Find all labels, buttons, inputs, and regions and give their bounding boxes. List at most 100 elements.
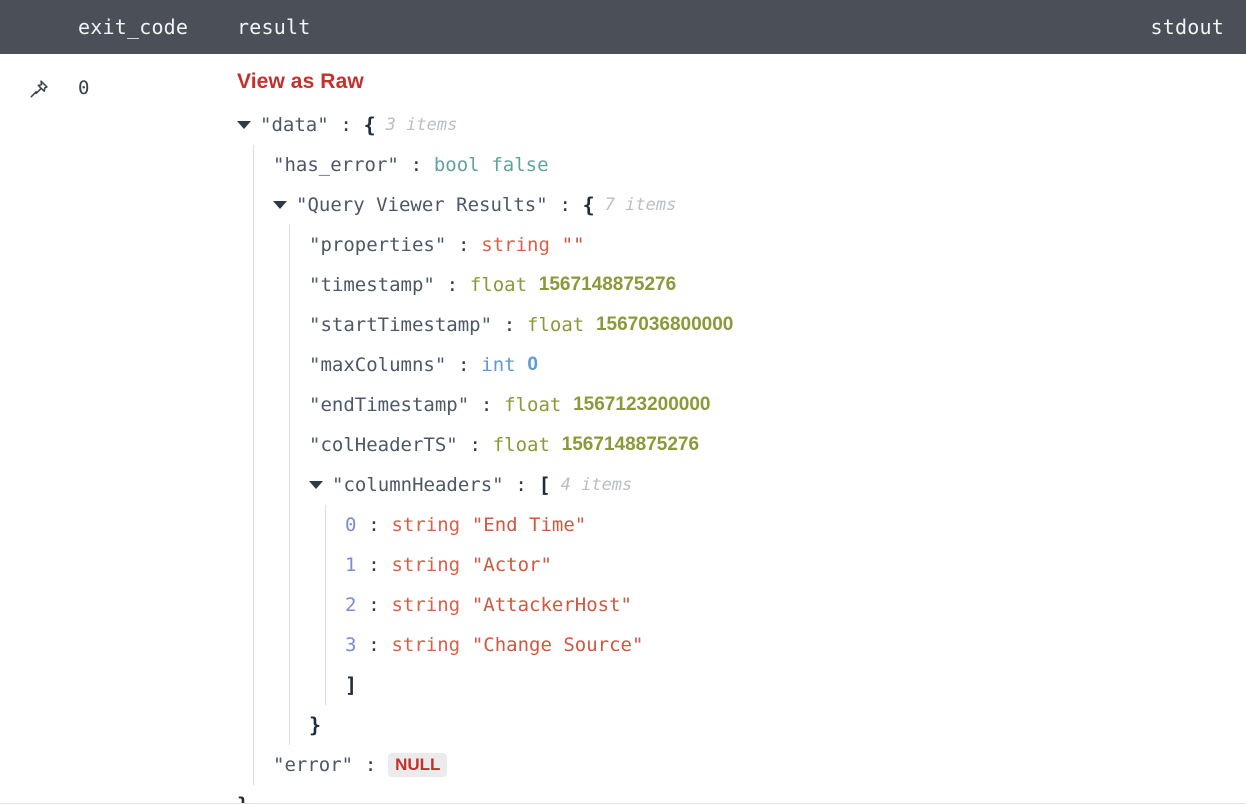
json-colon: : xyxy=(515,474,527,496)
json-row-end-timestamp[interactable]: "endTimestamp" : float 1567123200000 xyxy=(309,385,1246,425)
json-value-col-header-ts: 1567148875276 xyxy=(561,434,700,455)
json-colon: : xyxy=(368,634,380,656)
json-colon: : xyxy=(458,234,470,256)
json-item-count: 3 items xyxy=(385,115,458,135)
json-key-max-columns: "maxColumns" xyxy=(309,354,447,376)
json-colon: : xyxy=(340,114,352,136)
json-node-column-headers: "columnHeaders" : [ 4 items 0: string "… xyxy=(309,465,1246,705)
json-key-properties: "properties" xyxy=(309,234,447,256)
view-as-raw-link[interactable]: View as Raw xyxy=(237,70,364,94)
json-tree: "data" : { 3 items "has_error" : bool fa… xyxy=(237,105,1246,803)
json-key-has-error: "has_error" xyxy=(273,154,399,176)
pin-icon[interactable] xyxy=(28,78,50,100)
json-value-has-error: false xyxy=(491,154,549,176)
json-colon: : xyxy=(410,154,423,176)
json-key-data: "data" xyxy=(260,114,329,136)
json-key-end-timestamp: "endTimestamp" xyxy=(309,394,470,416)
json-value-properties: "" xyxy=(561,234,585,256)
json-colon: : xyxy=(480,394,493,416)
result-cell: View as Raw "data" : { 3 items "has_erro… xyxy=(237,68,1246,803)
json-type-string: string xyxy=(481,234,550,256)
chevron-down-icon[interactable] xyxy=(237,121,251,129)
json-type-float: float xyxy=(504,394,562,416)
json-array-item[interactable]: 0 : string "End Time" xyxy=(345,505,1246,545)
json-value-max-columns: 0 xyxy=(527,354,538,375)
json-colon: : xyxy=(503,314,516,336)
json-value-start-timestamp: 1567036800000 xyxy=(595,314,734,335)
json-row-query-viewer-results[interactable]: "Query Viewer Results" : { 7 items xyxy=(273,185,1246,225)
json-open-brace: { xyxy=(363,113,376,137)
json-array-value: "Change Source" xyxy=(471,634,644,656)
json-type-string: string xyxy=(391,594,461,616)
json-array-item[interactable]: 1 : string "Actor" xyxy=(345,545,1246,585)
json-key-start-timestamp: "startTimestamp" xyxy=(309,314,493,336)
json-type-bool: bool xyxy=(433,154,480,176)
json-type-string: string xyxy=(391,554,461,576)
json-row-col-header-ts[interactable]: "colHeaderTS" : float 1567148875276 xyxy=(309,425,1246,465)
json-type-float: float xyxy=(469,274,528,296)
json-value-end-timestamp: 1567123200000 xyxy=(573,394,711,415)
json-key-col-header-ts: "colHeaderTS" xyxy=(309,434,458,456)
json-colon: : xyxy=(368,554,380,576)
json-array-index: 1 xyxy=(345,554,357,576)
results-table-header: exit_code result stdout xyxy=(0,0,1246,54)
json-key-timestamp: "timestamp" xyxy=(309,274,435,296)
column-header-stdout: stdout xyxy=(1150,15,1224,39)
json-key-column-headers: "columnHeaders" xyxy=(332,474,504,496)
json-row-properties[interactable]: "properties" : string "" xyxy=(309,225,1246,265)
json-colon: : xyxy=(559,194,571,216)
json-node-query-viewer-results: "Query Viewer Results" : { 7 items "prop… xyxy=(273,185,1246,745)
json-close-brace-row: } xyxy=(309,705,1246,745)
result-row: 0 View as Raw "data" : { 3 items "has_er… xyxy=(0,54,1246,803)
json-open-bracket: [ xyxy=(538,473,551,497)
json-array-item[interactable]: 3 : string "Change Source" xyxy=(345,625,1246,665)
json-array-value: "AttackerHost" xyxy=(471,594,632,616)
json-close-brace-row: } xyxy=(237,785,1246,803)
json-close-brace: } xyxy=(237,785,249,803)
stdout-result-viewer: exit_code result stdout 0 View as Raw "d… xyxy=(0,0,1246,804)
json-array-value: "End Time" xyxy=(471,514,587,536)
json-array-value: "Actor" xyxy=(471,554,552,576)
json-node-data: "data" : { 3 items "has_error" : bool fa… xyxy=(237,105,1246,803)
json-row-max-columns[interactable]: "maxColumns" : int 0 xyxy=(309,345,1246,385)
json-row-timestamp[interactable]: "timestamp" : float 1567148875276 xyxy=(309,265,1246,305)
json-type-int: int xyxy=(481,354,516,376)
json-array-index: 0 xyxy=(345,514,357,536)
json-colon: : xyxy=(446,274,459,296)
json-colon: : xyxy=(469,434,481,456)
json-colon: : xyxy=(368,594,380,616)
json-item-count: 4 items xyxy=(560,475,633,495)
json-row-start-timestamp[interactable]: "startTimestamp" : float 1567036800000 xyxy=(309,305,1246,345)
json-children-query-viewer-results: "properties" : string "" "timestamp": f… xyxy=(289,225,1246,745)
json-close-bracket-row: ] xyxy=(345,665,1246,705)
json-value-timestamp: 1567148875276 xyxy=(538,274,677,295)
json-row-has-error[interactable]: "has_error" : bool false xyxy=(273,145,1246,185)
json-null-badge: NULL xyxy=(388,752,448,778)
json-children-data: "has_error" : bool false "Query Viewer R… xyxy=(253,145,1246,785)
json-colon: : xyxy=(458,354,470,376)
json-key-error: "error" xyxy=(273,754,354,776)
json-children-column-headers: 0 : string "End Time" 1: string "Actor"… xyxy=(325,505,1246,705)
json-type-string: string xyxy=(391,514,461,536)
json-array-index: 3 xyxy=(345,634,357,656)
json-type-string: string xyxy=(391,634,461,656)
column-header-exit-code: exit_code xyxy=(78,15,189,39)
json-row-error[interactable]: "error" : NULL xyxy=(273,745,1246,785)
column-header-result: result xyxy=(237,15,311,39)
json-type-float: float xyxy=(492,434,550,456)
exit-code-value: 0 xyxy=(78,77,90,99)
json-row-data[interactable]: "data" : { 3 items xyxy=(237,105,1246,145)
chevron-down-icon[interactable] xyxy=(309,481,323,489)
json-colon: : xyxy=(368,514,380,536)
json-item-count: 7 items xyxy=(604,195,677,215)
json-row-column-headers[interactable]: "columnHeaders" : [ 4 items xyxy=(309,465,1246,505)
json-close-brace: } xyxy=(309,713,322,737)
json-open-brace: { xyxy=(582,193,595,217)
json-array-index: 2 xyxy=(345,594,357,616)
chevron-down-icon[interactable] xyxy=(273,201,287,209)
json-array-item[interactable]: 2 : string "AttackerHost" xyxy=(345,585,1246,625)
json-type-float: float xyxy=(527,314,585,336)
json-key-query-viewer-results: "Query Viewer Results" xyxy=(296,194,548,216)
row-gutter xyxy=(0,68,78,100)
json-colon: : xyxy=(364,754,377,776)
